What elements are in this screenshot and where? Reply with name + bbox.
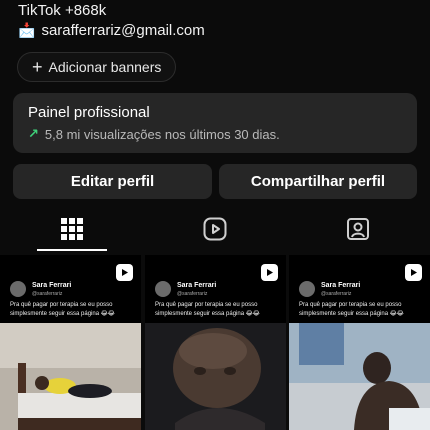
active-tab-indicator: [37, 249, 107, 251]
plus-icon: +: [32, 57, 43, 77]
professional-dashboard-stats: ↗ 5,8 mi visualizações nos últimos 30 di…: [28, 126, 402, 142]
avatar: [155, 281, 171, 297]
post-header: Sara Ferrari @saraferrariz: [155, 281, 216, 297]
post-author: Sara Ferrari: [321, 281, 361, 289]
trend-up-arrow-icon: ↗: [28, 126, 39, 141]
bio-tiktok-line: TikTok +868k: [18, 2, 107, 19]
post-handle: @saraferrariz: [32, 290, 63, 297]
add-banners-label: Adicionar banners: [48, 59, 162, 75]
posts-grid: Sara Ferrari @saraferrariz Pra quê pagar…: [0, 255, 430, 430]
avatar: [299, 281, 315, 297]
views-stats-text: 5,8 mi visualizações nos últimos 30 dias…: [44, 126, 280, 142]
post-caption: Pra quê pagar por terapia se eu posso si…: [155, 302, 260, 317]
post-caption: Pra quê pagar por terapia se eu posso si…: [10, 302, 115, 317]
post-handle: @saraferrariz: [177, 290, 208, 297]
tab-tagged[interactable]: [286, 207, 429, 251]
grid-icon: [60, 218, 83, 240]
post-handle: @saraferrariz: [321, 290, 352, 297]
post-tile[interactable]: Sara Ferrari @saraferrariz Pra quê pagar…: [0, 255, 141, 430]
post-photo-man-face: [145, 323, 286, 430]
profile-tabs: [0, 207, 430, 253]
reel-badge-icon: [261, 264, 278, 281]
post-photo-seated-man: [289, 323, 430, 430]
professional-dashboard-card[interactable]: Painel profissional ↗ 5,8 mi visualizaçõ…: [13, 93, 417, 153]
post-header: Sara Ferrari @saraferrariz: [10, 281, 71, 297]
post-tile[interactable]: Sara Ferrari @saraferrariz Pra quê pagar…: [145, 255, 286, 430]
tab-reels[interactable]: [143, 207, 286, 251]
tagged-icon: [346, 218, 369, 240]
edit-profile-button[interactable]: Editar perfil: [13, 164, 212, 199]
post-caption: Pra quê pagar por terapia se eu posso si…: [299, 302, 404, 317]
post-photo-sleeping-man: [0, 323, 141, 430]
envelope-icon: 📩: [18, 22, 36, 38]
avatar: [10, 281, 26, 297]
post-tile[interactable]: Sara Ferrari @saraferrariz Pra quê pagar…: [289, 255, 430, 430]
post-author: Sara Ferrari: [177, 281, 217, 289]
add-banners-button[interactable]: + Adicionar banners: [17, 52, 177, 82]
reel-badge-icon: [116, 264, 133, 281]
tab-grid[interactable]: [0, 207, 143, 251]
reels-icon: [203, 217, 226, 241]
reel-badge-icon: [405, 264, 422, 281]
bio-email-line[interactable]: 📩 sarafferrariz@gmail.com: [18, 22, 205, 39]
professional-dashboard-title: Painel profissional: [28, 104, 150, 121]
post-header: Sara Ferrari @saraferrariz: [299, 281, 360, 297]
post-author: Sara Ferrari: [32, 281, 72, 289]
email-text[interactable]: sarafferrariz@gmail.com: [41, 22, 204, 39]
share-profile-button[interactable]: Compartilhar perfil: [219, 164, 417, 199]
